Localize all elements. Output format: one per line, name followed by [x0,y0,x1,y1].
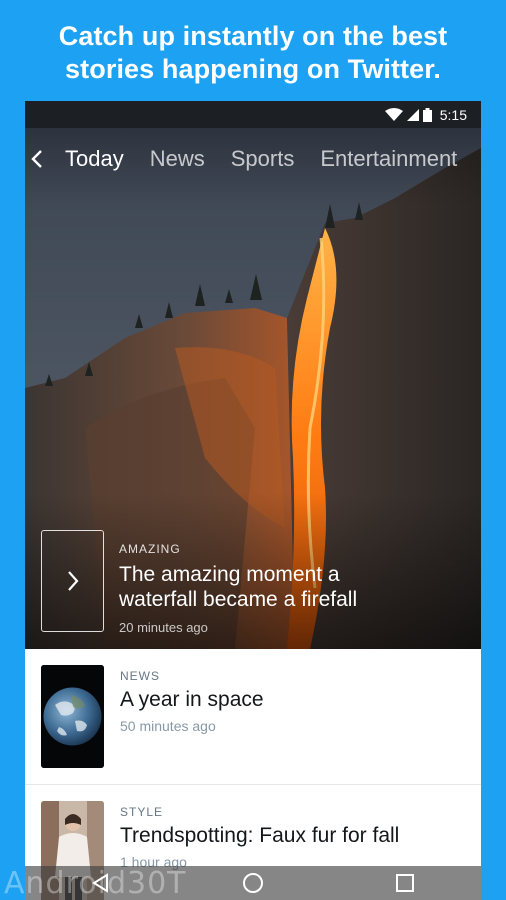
back-button[interactable] [31,144,43,174]
hero-timestamp: 20 minutes ago [119,620,208,635]
tab-news[interactable]: News [150,146,205,172]
story-title[interactable]: Trendspotting: Faux fur for fall [120,824,460,848]
story-thumbnail-earth [41,665,104,768]
chevron-left-icon [31,150,42,168]
signal-icons [384,107,432,122]
tab-sports[interactable]: Sports [231,146,295,172]
hero-title-line-1: The amazing moment a [119,563,340,586]
category-tabs: Today News Sports Entertainment [25,128,481,190]
cell-signal-icon [406,108,419,121]
chevron-right-icon [67,571,78,591]
tab-today[interactable]: Today [65,146,124,172]
hero-title[interactable]: The amazing moment a waterfall became a … [119,562,449,612]
wifi-icon [384,108,403,121]
hero-category: AMAZING [119,542,181,556]
hero-story[interactable]: AMAZING The amazing moment a waterfall b… [25,128,481,649]
story-timestamp: 50 minutes ago [120,718,216,734]
story-title[interactable]: A year in space [120,688,460,712]
hero-title-line-2: waterfall became a firefall [119,588,358,611]
story-category: STYLE [120,805,164,819]
phone-screen: 5:15 AMAZING The amazing moment a waterf… [25,101,481,900]
story-text: STYLE Trendspotting: Faux fur for fall 1… [120,805,460,870]
story-category: NEWS [120,669,160,683]
battery-icon [422,107,432,122]
tab-entertainment[interactable]: Entertainment [320,146,457,172]
story-text: NEWS A year in space 50 minutes ago [120,669,460,734]
watermark-logo: Android30T [4,866,187,900]
nav-recents-icon[interactable] [395,873,415,893]
clock: 5:15 [439,106,467,123]
earth-image [41,665,104,768]
nav-home-icon[interactable] [242,872,264,894]
promo-headline: Catch up instantly on the best stories h… [0,20,506,86]
status-bar: 5:15 [25,101,481,128]
hero-open-button[interactable] [41,530,104,632]
list-item[interactable]: NEWS A year in space 50 minutes ago [25,649,481,785]
promo-line-1: Catch up instantly on the best [58,21,448,51]
hero-text: AMAZING The amazing moment a waterfall b… [119,542,449,635]
promo-line-2: stories happening on Twitter. [65,54,441,84]
